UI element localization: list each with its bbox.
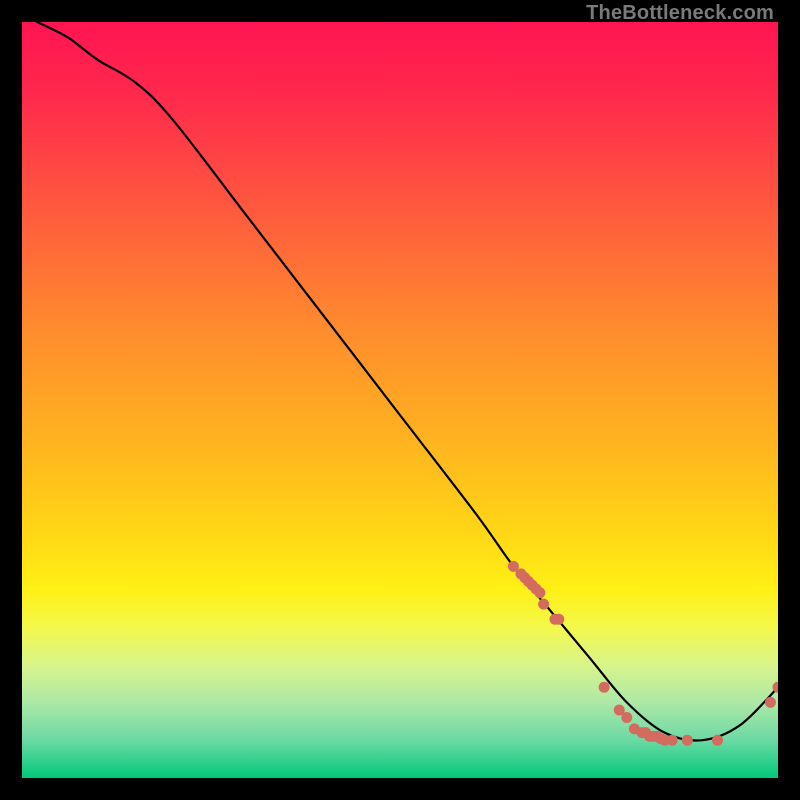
data-point (765, 697, 776, 708)
data-point (667, 735, 678, 746)
chart-svg (22, 22, 778, 778)
data-point (682, 735, 693, 746)
data-point (534, 587, 545, 598)
data-point (553, 614, 564, 625)
plot-area (22, 22, 778, 778)
chart-container: TheBottleneck.com (0, 0, 800, 800)
data-point (599, 682, 610, 693)
curve-line (37, 22, 778, 741)
data-point (621, 712, 632, 723)
data-point (538, 599, 549, 610)
data-point (712, 735, 723, 746)
